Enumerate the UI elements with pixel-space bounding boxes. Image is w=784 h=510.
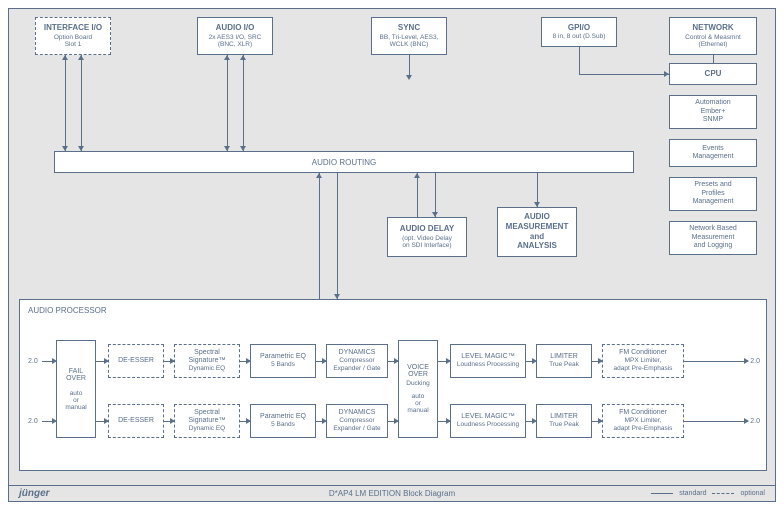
level-box-r2: LEVEL MAGIC™Loudness Processing <box>450 404 526 438</box>
audio-delay-sub: (opt. Video Delay on SDI Interface) <box>402 235 452 251</box>
sync-title: SYNC <box>398 23 420 33</box>
sync-box: SYNC BB, Tri-Level, AES3, WCLK (BNC) <box>371 17 447 55</box>
limiter-box-r1: LIMITERTrue Peak <box>536 344 592 378</box>
voiceover-sub: Ducking <box>406 380 429 387</box>
spectral-box-r1: Spectral Signature™Dynamic EQ <box>174 344 240 378</box>
interface-io-title: INTERFACE I/O <box>44 23 102 33</box>
presets-box: Presets and Profiles Management <box>669 177 757 211</box>
output-2-0-row2: 2.0 <box>750 418 760 425</box>
cpu-box: CPU <box>669 63 757 85</box>
legend-optional-line <box>712 493 734 494</box>
limiter-sub-r2: True Peak <box>549 421 579 429</box>
peq-sub-r1: 5 Bands <box>271 361 295 369</box>
fm-box-r1: FM ConditionerMPX Limiter, adapt Pre-Emp… <box>602 344 684 378</box>
spectral-sub-r2: Dynamic EQ <box>189 425 225 433</box>
presets-text: Presets and Profiles Management <box>693 181 734 206</box>
audio-routing-label: AUDIO ROUTING <box>312 158 376 167</box>
legend-standard-line <box>651 493 673 494</box>
automation-text: Automation Ember+ SNMP <box>695 99 730 124</box>
input-2-0-row1: 2.0 <box>28 358 38 365</box>
level-sub-r1: Loudness Processing <box>457 361 519 369</box>
audio-routing-bar: AUDIO ROUTING <box>54 151 634 173</box>
peq-box-r1: Parametric EQ5 Bands <box>250 344 316 378</box>
network-box: NETWORK Control & Measmnt (Ethernet) <box>669 17 757 55</box>
spectral-title-r1: Spectral Signature™ <box>189 349 226 366</box>
audio-delay-box: AUDIO DELAY (opt. Video Delay on SDI Int… <box>387 217 467 257</box>
audio-processor-label: AUDIO PROCESSOR <box>28 306 107 315</box>
audio-delay-title: AUDIO DELAY <box>400 224 454 234</box>
diagram-container: INTERFACE I/O Option Board Slot 1 AUDIO … <box>8 8 776 502</box>
voiceover-title: VOICE OVER <box>407 364 429 378</box>
level-title-r2: LEVEL MAGIC™ <box>461 413 514 421</box>
level-title-r1: LEVEL MAGIC™ <box>461 353 514 361</box>
fm-box-r2: FM ConditionerMPX Limiter, adapt Pre-Emp… <box>602 404 684 438</box>
audio-io-title: AUDIO I/O <box>216 23 255 33</box>
fm-title-r2: FM Conditioner <box>619 409 667 417</box>
audio-measurement-box: AUDIO MEASUREMENT and ANALYSIS <box>497 207 577 257</box>
peq-title-r1: Parametric EQ <box>260 353 306 361</box>
gpio-box: GPI/O 8 in, 8 out (D.Sub) <box>541 17 617 47</box>
legend-optional-label: optional <box>740 490 765 497</box>
failover-box: FAIL OVER auto or manual <box>56 340 96 438</box>
dyn-box-r2: DYNAMICSCompressor Expander / Gate <box>326 404 388 438</box>
footer-bar: jünger D*AP4 LM EDITION Block Diagram st… <box>9 485 775 501</box>
events-box: Events Management <box>669 139 757 167</box>
dyn-title-r1: DYNAMICS <box>339 349 376 357</box>
audio-io-box: AUDIO I/O 2x AES3 I/O, SRC (BNC, XLR) <box>197 17 273 55</box>
gpio-title: GPI/O <box>568 23 590 33</box>
dyn-box-r1: DYNAMICSCompressor Expander / Gate <box>326 344 388 378</box>
limiter-sub-r1: True Peak <box>549 361 579 369</box>
network-sub: Control & Measmnt (Ethernet) <box>685 34 741 50</box>
cpu-title: CPU <box>705 69 722 79</box>
network-title: NETWORK <box>692 23 733 33</box>
peq-title-r2: Parametric EQ <box>260 413 306 421</box>
audio-processor-block: AUDIO PROCESSOR 2.0 2.0 2.0 2.0 FAIL OVE… <box>19 299 767 471</box>
fm-sub-r1: MPX Limiter, adapt Pre-Emphasis <box>614 357 673 373</box>
fm-title-r1: FM Conditioner <box>619 349 667 357</box>
netlog-box: Network Based Measurement and Logging <box>669 221 757 255</box>
dyn-sub-r2: Compressor Expander / Gate <box>333 417 380 433</box>
limiter-title-r2: LIMITER <box>550 413 578 421</box>
deesser-title-r1: DE-ESSER <box>118 357 154 365</box>
deesser-title-r2: DE-ESSER <box>118 417 154 425</box>
spectral-title-r2: Spectral Signature™ <box>189 409 226 426</box>
footer-title: D*AP4 LM EDITION Block Diagram <box>329 489 455 498</box>
netlog-text: Network Based Measurement and Logging <box>689 225 736 250</box>
spectral-box-r2: Spectral Signature™Dynamic EQ <box>174 404 240 438</box>
level-box-r1: LEVEL MAGIC™Loudness Processing <box>450 344 526 378</box>
peq-sub-r2: 5 Bands <box>271 421 295 429</box>
legend: standard optional <box>651 490 765 497</box>
input-2-0-row2: 2.0 <box>28 418 38 425</box>
spectral-sub-r1: Dynamic EQ <box>189 365 225 373</box>
audio-measurement-title: AUDIO MEASUREMENT and ANALYSIS <box>506 212 569 250</box>
limiter-box-r2: LIMITERTrue Peak <box>536 404 592 438</box>
brand-label: jünger <box>19 488 50 499</box>
failover-title: FAIL OVER <box>66 368 86 382</box>
level-sub-r2: Loudness Processing <box>457 421 519 429</box>
dyn-title-r2: DYNAMICS <box>339 409 376 417</box>
audio-io-sub: 2x AES3 I/O, SRC (BNC, XLR) <box>209 34 262 50</box>
gpio-sub: 8 in, 8 out (D.Sub) <box>553 33 606 41</box>
automation-box: Automation Ember+ SNMP <box>669 95 757 129</box>
interface-io-box: INTERFACE I/O Option Board Slot 1 <box>35 17 111 55</box>
output-2-0-row1: 2.0 <box>750 358 760 365</box>
events-text: Events Management <box>693 145 734 162</box>
deesser-box-r2: DE-ESSER <box>108 404 164 438</box>
dyn-sub-r1: Compressor Expander / Gate <box>333 357 380 373</box>
limiter-title-r1: LIMITER <box>550 353 578 361</box>
fm-sub-r2: MPX Limiter, adapt Pre-Emphasis <box>614 417 673 433</box>
voiceover-box: VOICE OVER Ducking auto or manual <box>398 340 438 438</box>
voiceover-sub2: auto or manual <box>407 393 428 414</box>
peq-box-r2: Parametric EQ5 Bands <box>250 404 316 438</box>
failover-sub: auto or manual <box>65 390 86 411</box>
interface-io-sub: Option Board Slot 1 <box>54 34 92 50</box>
sync-sub: BB, Tri-Level, AES3, WCLK (BNC) <box>380 34 439 50</box>
legend-standard-label: standard <box>679 490 706 497</box>
deesser-box-r1: DE-ESSER <box>108 344 164 378</box>
